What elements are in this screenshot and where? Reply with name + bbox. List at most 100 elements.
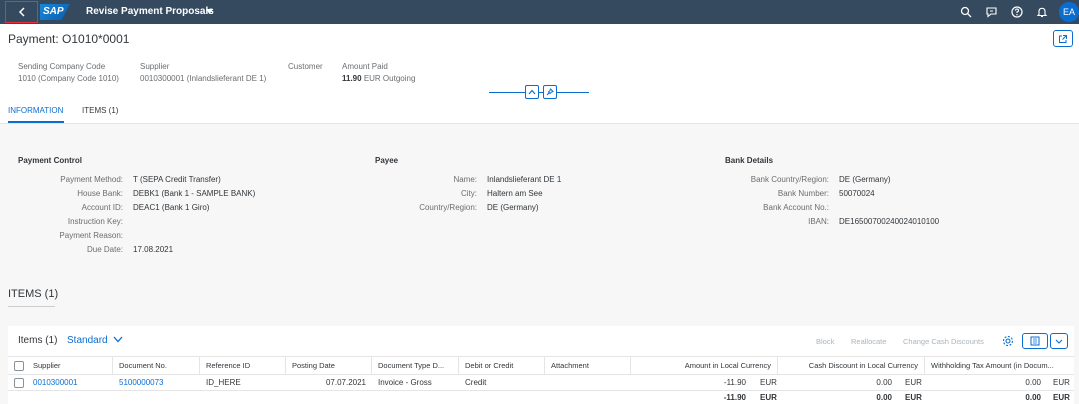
cell-amount-currency: EUR — [760, 378, 777, 387]
total-withholding-currency: EUR — [1053, 393, 1070, 402]
tab-divider — [0, 123, 1079, 124]
column-header-withholding[interactable]: Withholding Tax Amount (in Docum... — [925, 357, 1074, 375]
chevron-up-icon — [528, 89, 536, 95]
help-icon[interactable] — [1011, 6, 1023, 18]
column-header-cash-discount[interactable]: Cash Discount in Local Currency — [778, 357, 925, 375]
pin-icon — [546, 88, 554, 96]
field-value-country: DE (Germany) — [487, 203, 539, 212]
payment-control-title: Payment Control — [18, 156, 83, 165]
cell-withholding: 0.00 — [1025, 378, 1041, 387]
variant-selector[interactable]: Standard — [67, 335, 123, 346]
reallocate-button[interactable]: Reallocate — [851, 337, 886, 346]
attr-value-amount-paid: 11.90 EUR Outgoing — [342, 74, 415, 83]
total-amount-currency: EUR — [760, 393, 777, 402]
export-button[interactable] — [1022, 333, 1048, 349]
cell-amount: -11.90 — [723, 378, 746, 387]
share-button[interactable] — [1053, 30, 1073, 47]
chevron-down-icon — [1055, 339, 1063, 344]
back-button[interactable] — [5, 1, 38, 23]
field-value-house-bank: DEBK1 (Bank 1 - SAMPLE BANK) — [133, 189, 256, 198]
cell-reference-id: ID_HERE — [206, 378, 241, 387]
settings-icon[interactable] — [1002, 335, 1014, 347]
field-label-bank-account: Bank Account No.: — [763, 203, 829, 212]
change-cash-discounts-button[interactable]: Change Cash Discounts — [903, 337, 984, 346]
avatar[interactable]: EA — [1059, 2, 1079, 22]
share-icon — [1059, 34, 1067, 43]
bell-icon[interactable] — [1036, 6, 1048, 18]
attr-label-company-code: Sending Company Code — [18, 62, 106, 71]
field-label-due-date: Due Date: — [86, 245, 123, 254]
variant-label: Standard — [67, 335, 108, 346]
field-value-account-id: DEAC1 (Bank 1 Giro) — [133, 203, 210, 212]
column-header-document-type[interactable]: Document Type D... — [372, 357, 459, 375]
field-label-bank-number: Bank Number: — [777, 189, 829, 198]
payee-title: Payee — [375, 156, 399, 165]
page-title: Payment: O1010*0001 — [8, 32, 130, 46]
total-cash-discount-currency: EUR — [905, 393, 922, 402]
tab-items[interactable]: ITEMS (1) — [82, 106, 118, 115]
cell-cash-discount: 0.00 — [876, 378, 892, 387]
field-label-instruction-key: Instruction Key: — [67, 217, 123, 226]
attr-label-amount-paid: Amount Paid — [342, 62, 388, 71]
field-value-bank-number: 50070024 — [839, 189, 875, 198]
app-title[interactable]: Revise Payment Proposals — [86, 6, 214, 17]
cell-posting-date: 07.07.2021 — [325, 378, 366, 387]
total-amount: -11.90 — [723, 393, 746, 402]
cell-supplier-link[interactable]: 0010300001 — [27, 376, 113, 390]
field-label-country: Country/Region: — [419, 203, 477, 212]
cell-document-type: Invoice - Gross — [378, 378, 432, 387]
field-label-name: Name: — [453, 175, 477, 184]
field-label-city: City: — [461, 189, 477, 198]
column-header-amount[interactable]: Amount in Local Currency — [631, 357, 778, 375]
cell-debit-credit: Credit — [465, 378, 487, 387]
field-label-account-id: Account ID: — [81, 203, 123, 212]
field-value-city: Haltern am See — [487, 189, 543, 198]
column-header-debit-credit[interactable]: Debit or Credit — [459, 357, 545, 375]
select-all-checkbox[interactable] — [14, 361, 24, 371]
attr-value-company-code: 1010 (Company Code 1010) — [18, 74, 119, 83]
chevron-down-icon — [113, 336, 123, 343]
collapse-header-button[interactable] — [525, 85, 539, 99]
checkbox-box — [14, 378, 24, 388]
row-select-checkbox[interactable] — [14, 378, 24, 388]
field-label-iban: IBAN: — [808, 217, 829, 226]
column-header-posting-date[interactable]: Posting Date — [286, 357, 372, 375]
pin-header-button[interactable] — [543, 85, 557, 99]
field-value-name: Inlandslieferant DE 1 — [487, 175, 562, 184]
export-icon — [1030, 336, 1040, 346]
cell-cash-discount-currency: EUR — [905, 378, 922, 387]
items-heading-underline — [8, 306, 55, 307]
export-menu-button[interactable] — [1050, 333, 1068, 349]
amount-paid-number: 11.90 — [342, 74, 362, 83]
field-value-payment-method: T (SEPA Credit Transfer) — [133, 175, 221, 184]
attr-label-customer: Customer — [288, 62, 323, 71]
field-value-due-date: 17.08.2021 — [133, 245, 174, 254]
cell-withholding-currency: EUR — [1053, 378, 1070, 387]
column-header-reference-id[interactable]: Reference ID — [200, 357, 286, 375]
items-section-heading: ITEMS (1) — [8, 288, 59, 300]
field-value-bank-country: DE (Germany) — [839, 175, 891, 184]
field-label-bank-country: Bank Country/Region: — [750, 175, 829, 184]
amount-paid-currency: EUR Outgoing — [363, 74, 416, 83]
attr-label-supplier: Supplier — [140, 62, 170, 71]
items-table-title: Items (1) — [18, 335, 58, 346]
field-label-payment-reason: Payment Reason: — [59, 231, 123, 240]
total-cash-discount: 0.00 — [876, 393, 892, 402]
column-header-supplier[interactable]: Supplier — [27, 357, 113, 375]
cell-document-no-link[interactable]: 5100000073 — [113, 376, 200, 390]
field-label-house-bank: House Bank: — [77, 189, 123, 198]
feedback-icon[interactable] — [986, 6, 998, 18]
field-value-iban: DE16500700240024010100 — [839, 217, 940, 226]
search-icon[interactable] — [960, 6, 972, 18]
chevron-left-icon — [18, 7, 25, 17]
bank-details-title: Bank Details — [725, 156, 774, 165]
column-header-attachment[interactable]: Attachment — [545, 357, 631, 375]
field-label-payment-method: Payment Method: — [60, 175, 123, 184]
tab-information[interactable]: INFORMATION — [8, 106, 63, 115]
attr-value-supplier: 0010300001 (Inlandslieferant DE 1) — [140, 74, 267, 83]
checkbox-box — [14, 361, 24, 371]
block-button[interactable]: Block — [816, 337, 834, 346]
header-collapse-line — [489, 92, 589, 93]
caret-down-icon[interactable] — [206, 9, 213, 14]
column-header-document-no[interactable]: Document No. — [113, 357, 200, 375]
